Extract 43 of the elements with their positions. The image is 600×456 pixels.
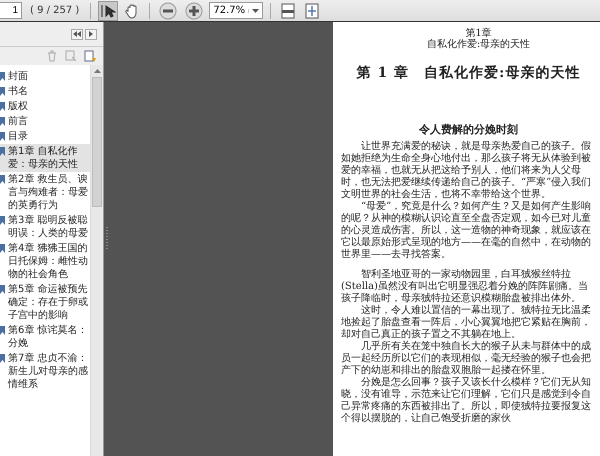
new-bookmark-icon[interactable] [84,50,97,62]
bookmark-item[interactable]: 第1章 自私化作爱：母亲的天性 [0,144,90,172]
bookmark-icon [0,216,5,225]
body-paragraph: 让世界充满爱的秘诀，就是母亲热爱自己的孩子。假如她拒绝为生命全身心地付出，那么孩子将无从体验到被爱的幸福，也就无从把这给予别人，他们将来为人父母时，也无法把爱继续传递给自己的孩子。“严寒”侵入我们文明世界的社会生活，也将不幸带给这个世界。 [341,141,592,200]
bookmark-item[interactable]: 第2章 救生员、谀言与殉难者：母爱的英勇行为 [0,172,90,213]
running-head: 第1章 [465,28,492,39]
bookmark-icon [0,326,5,335]
zoom-dropdown[interactable]: 72.7% [209,2,264,19]
bookmark-item[interactable]: 第5章 命运被预先确定：存在于卵或子宫中的影响 [0,282,90,323]
scrollbar-thumb[interactable] [92,77,102,207]
body-paragraph: 几乎所有关在笼中独自长大的猴子从未与群体中的成员一起经历所以它们的表现相似，毫无经验的猴子也会把产下的幼崽和排出的胎盘双胞胎一起搂在怀里。 [341,341,592,376]
bookmark-item[interactable]: 书名 [0,84,90,99]
scrollbar[interactable] [90,65,103,456]
dropdown-caret-icon [248,8,260,12]
zoom-out-button[interactable] [157,0,180,22]
page-count: ( 9 / 257 ) [30,5,80,16]
bookmark-item[interactable]: 前言 [0,114,90,129]
bookmark-icon [0,175,5,184]
zoom-in-button[interactable] [183,0,206,22]
running-head: 自私化作爱:母亲的天性 [426,39,530,50]
select-tool-button[interactable] [98,0,118,20]
collapse-panel-button[interactable] [71,28,83,40]
scroll-up-icon[interactable] [94,69,100,73]
chapter-title: 第 1 章 自私化作爱:母亲的天性 [356,64,582,82]
section-title: 令人费解的分娩时刻 [418,122,519,137]
bookmark-item[interactable]: 第6章 惊诧莫名：分娩 [0,323,90,351]
bookmark-item[interactable]: 第3章 聪明反被聪明误：人类的母爱 [0,213,90,241]
bookmark-item[interactable]: 版权 [0,99,90,114]
right-arrow-icon [89,31,93,37]
body-paragraph: 这时，令人难以置信的一幕出现了。狨特拉无比温柔地捡起了胎盘查看一阵后，小心翼翼地把它紧贴在胸前，却对自己真正的孩子置之不其躺在地上。 [341,305,592,340]
expand-panel-button[interactable] [85,28,97,40]
bookmark-item[interactable]: 第7章 忠贞不渝：新生儿对母亲的感情维系 [0,351,90,392]
page-number-field[interactable]: 1 [0,2,22,19]
bookmark-item[interactable]: 目录 [0,129,90,144]
body-paragraph: “母爱”，究竟是什么？如何产生？又是如何产生影响的呢？从神的模糊认识论直至全盘否定观，如今已对儿童的心灵造成伤害。所以，这一造物的神奇现象，就应该在它以最原始形式呈现的地方——在毫的自然中，在动物的世界里——去寻找答案。 [341,201,592,261]
bookmark-item[interactable]: 第4章 狒狒王国的日托保姆：雌性动物的社会角色 [0,241,90,282]
bookmark-icon [0,285,5,294]
bookmark-item[interactable]: 封面 [0,69,90,84]
bookmark-icon [0,354,5,363]
bookmark-icon [0,244,5,253]
double-left-arrow-icon [73,31,81,37]
body-paragraph: 智利圣地亚哥的一家动物园里，白耳狨猴丝特拉(Stella)虽然没有叫出它明显强忍着分娩的阵阵剧痛。当孩子降临时，母亲狨特拉还意识模糊胎盘被排出体外。 [341,269,589,304]
body-paragraph: 分娩是怎么回事？孩子又该长什么模样？它们无从知晓，没有谁导，示范来让它们理解，它们只是感觉到令自己异常疼痛的东西被排出了。所以，即使狨特拉要报复这个得以摆脱的，让自己饱受折磨的家伙 [341,377,592,425]
